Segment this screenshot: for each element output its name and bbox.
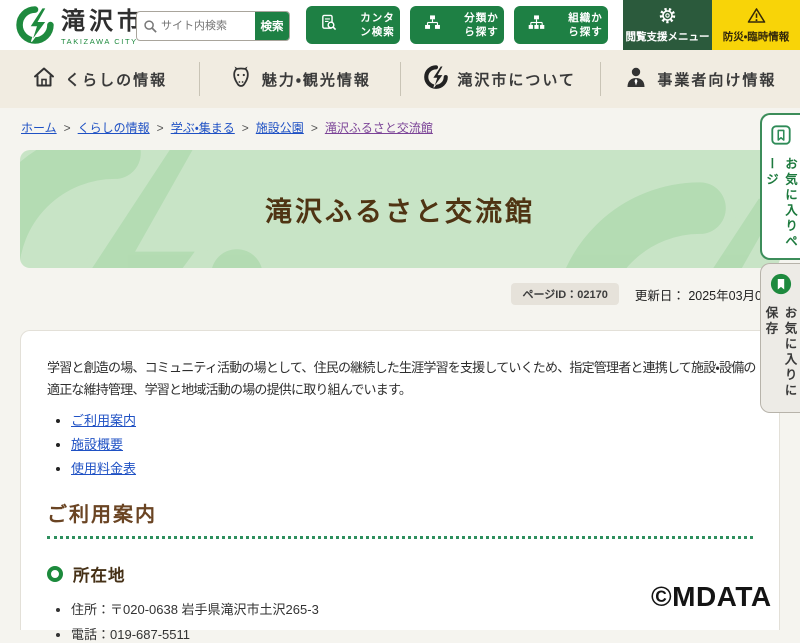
warning-icon — [747, 7, 766, 27]
anchor-link-facility-overview[interactable]: 施設概要 — [71, 437, 123, 452]
emergency-info-label: 防災・臨時情報 — [722, 30, 790, 43]
easy-search-button[interactable]: カンタン検索 — [306, 6, 400, 44]
breadcrumb-current-page[interactable]: 滝沢ふるさと交流館 — [325, 119, 433, 136]
nav-item-label: 魅力・観光情報 — [261, 71, 371, 89]
business-person-icon — [624, 65, 648, 93]
list-item: 使用料金表 — [71, 458, 753, 477]
search-by-organization-label: 組織から探す — [568, 11, 603, 38]
nav-item-business-info[interactable]: 事業者向け情報 — [601, 50, 800, 108]
list-item: ご利用案内 — [71, 410, 753, 429]
nav-item-label: くらしの情報 — [65, 71, 168, 89]
bookmark-outline-icon — [770, 124, 792, 151]
green-circle-icon — [47, 566, 63, 583]
document-search-icon — [306, 14, 351, 35]
anchor-link-list: ご利用案内 施設概要 使用料金表 — [71, 410, 753, 477]
page-title: 滝沢ふるさと交流館 — [265, 196, 535, 227]
search-icon — [143, 19, 158, 34]
nav-item-label: 事業者向け情報 — [657, 71, 777, 89]
breadcrumb-facility-park[interactable]: 施設公園 — [256, 119, 304, 136]
city-logo-icon — [16, 6, 54, 49]
site-header: 滝沢市 TAKIZAWA CITY 検索 カンタン検索 分類から探す 組織 — [0, 0, 800, 50]
quick-buttons: カンタン検索 分類から探す 組織から探す — [306, 6, 608, 44]
save-to-favorites-label: お気に入りに保存 — [763, 306, 797, 399]
nav-item-attraction-tourism[interactable]: 魅力・観光情報 — [200, 50, 399, 108]
anchor-link-fee-table[interactable]: 使用料金表 — [71, 461, 136, 476]
favorites-page-tab[interactable]: お気に入りページ — [760, 113, 800, 260]
phone-item: 電話：019-687-5511 — [71, 624, 753, 643]
nav-item-living-info[interactable]: くらしの情報 — [0, 50, 199, 108]
bookmark-filled-icon — [770, 273, 792, 300]
city-name-en: TAKIZAWA CITY — [61, 36, 138, 46]
city-logo-watermark — [550, 180, 780, 268]
intro-paragraph: 学習と創造の場、コミュニティ活動の場として、住民の継続した生涯学習を支援していく… — [47, 360, 756, 398]
page-meta: ページID：02170 更新日： 2025年03月0 — [511, 283, 762, 305]
breadcrumb-separator: > — [241, 120, 249, 135]
section-title-usage-guide: ご利用案内 — [47, 498, 753, 540]
search-by-category-button[interactable]: 分類から探す — [410, 6, 504, 44]
global-nav: くらしの情報 魅力・観光情報 滝沢市について 事業者向け情報 — [0, 50, 800, 108]
breadcrumb-living-info[interactable]: くらしの情報 — [78, 119, 150, 136]
page-title-banner: 滝沢ふるさと交流館 — [20, 150, 780, 268]
subsection-location: 所在地 — [47, 562, 753, 586]
breadcrumb-separator: > — [156, 120, 164, 135]
favorites-page-label: お気に入りページ — [764, 157, 797, 250]
breadcrumb-learn-gather[interactable]: 学ぶ・集まる — [171, 119, 235, 136]
city-logo-icon — [424, 65, 449, 93]
emergency-info-button[interactable]: 防災・臨時情報 — [712, 0, 800, 50]
nav-item-label: 滝沢市について — [457, 71, 576, 89]
easy-search-label: カンタン検索 — [360, 11, 395, 38]
breadcrumb: ホーム > くらしの情報 > 学ぶ・集まる > 施設公園 > 滝沢ふるさと交流館 — [21, 119, 433, 136]
search-button[interactable]: 検索 — [255, 12, 289, 40]
gear-icon — [659, 7, 676, 27]
breadcrumb-separator: > — [63, 120, 71, 135]
page-id-badge: ページID：02170 — [511, 283, 619, 305]
mdata-watermark: ©MDATA — [651, 581, 772, 612]
list-item: 施設概要 — [71, 434, 753, 453]
site-search: 検索 — [136, 11, 290, 41]
updated-date: 更新日： 2025年03月0 — [634, 288, 762, 303]
org-chart-icon — [514, 14, 559, 35]
breadcrumb-separator: > — [310, 120, 318, 135]
accessibility-menu-button[interactable]: 閲覧支援メニュー — [623, 0, 712, 50]
search-by-category-label: 分類から探す — [464, 11, 499, 38]
horse-icon — [229, 65, 253, 93]
anchor-link-usage-guide[interactable]: ご利用案内 — [71, 413, 136, 428]
subsection-title: 所在地 — [73, 567, 126, 586]
breadcrumb-home[interactable]: ホーム — [21, 119, 57, 136]
house-icon — [32, 65, 56, 93]
search-by-organization-button[interactable]: 組織から探す — [514, 6, 608, 44]
city-name: 滝沢市 — [61, 7, 145, 35]
nav-item-about-city[interactable]: 滝沢市について — [401, 50, 600, 108]
accessibility-menu-label: 閲覧支援メニュー — [625, 30, 710, 43]
city-logo-watermark — [20, 150, 265, 268]
save-to-favorites-tab[interactable]: お気に入りに保存 — [760, 263, 800, 413]
category-tree-icon — [410, 14, 455, 35]
site-logo[interactable]: 滝沢市 TAKIZAWA CITY — [16, 6, 145, 49]
